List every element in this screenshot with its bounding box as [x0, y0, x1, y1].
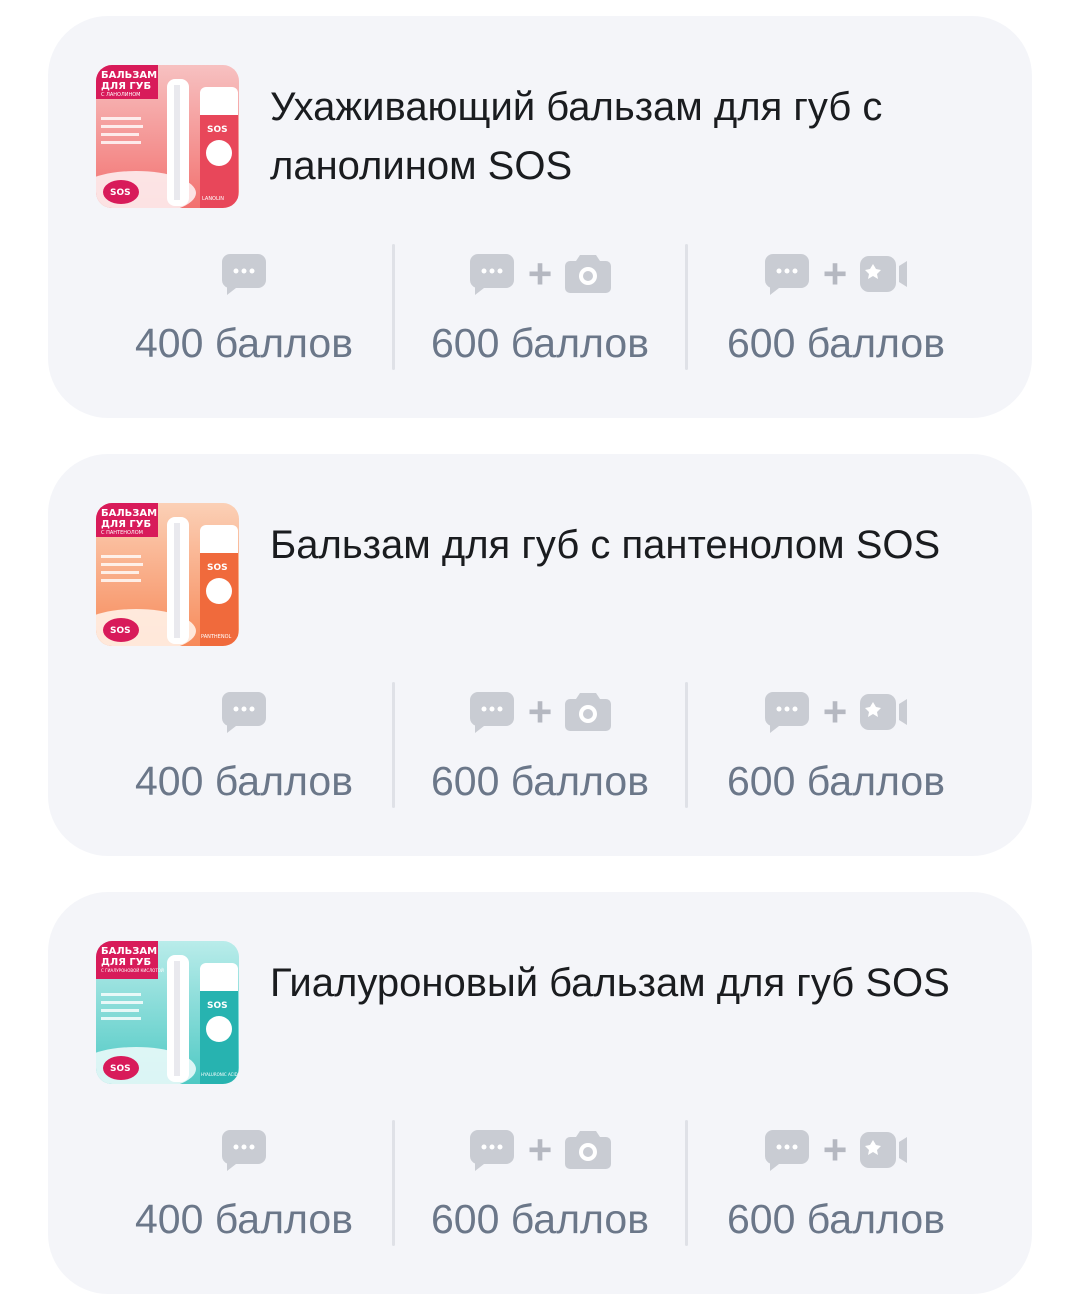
image-ingredient: LANOLIN	[202, 196, 224, 202]
chat-icon	[221, 254, 266, 295]
divider	[392, 244, 395, 370]
plus-icon: +	[822, 688, 848, 735]
video-icon	[860, 256, 908, 292]
product-title[interactable]: Гиалуроновый бальзам для губ SOS	[270, 954, 970, 1013]
chat-icon	[469, 254, 514, 295]
image-badge: SOS	[110, 1064, 131, 1074]
product-title[interactable]: Бальзам для губ с пантенолом SOS	[270, 516, 970, 575]
image-ingredient: HYALURONIC ACID	[201, 1072, 238, 1077]
product-card[interactable]: БАЛЬЗАМ ДЛЯ ГУБ С ПАНТЕНОЛОМ SOS PANTHEN…	[48, 454, 1032, 856]
chat-icon	[764, 254, 809, 295]
reward-points: 600 баллов	[430, 1196, 650, 1242]
reward-points: 400 баллов	[134, 1196, 354, 1242]
divider	[685, 1120, 688, 1246]
reward-review-photo[interactable]: + 600 баллов	[392, 678, 688, 808]
plus-icon: +	[527, 1126, 553, 1173]
reward-review-video[interactable]: + 600 баллов	[688, 1116, 984, 1246]
reward-review-photo[interactable]: + 600 баллов	[392, 1116, 688, 1246]
video-icon	[860, 694, 908, 730]
chat-icon	[221, 692, 266, 733]
reward-points: 600 баллов	[726, 758, 946, 804]
image-subheading: С ПАНТЕНОЛОМ	[101, 530, 143, 536]
image-heading: БАЛЬЗАМ	[101, 946, 157, 957]
video-icon	[860, 1132, 908, 1168]
plus-icon: +	[527, 250, 553, 297]
chat-icon	[469, 692, 514, 733]
divider	[685, 244, 688, 370]
reward-points: 400 баллов	[134, 758, 354, 804]
image-ingredient: PANTHENOL	[201, 634, 232, 640]
reward-review[interactable]: 400 баллов	[96, 1116, 392, 1246]
image-heading: БАЛЬЗАМ	[101, 508, 157, 519]
image-heading-2: ДЛЯ ГУБ	[101, 519, 151, 530]
divider	[392, 1120, 395, 1246]
chat-icon	[221, 1130, 266, 1171]
image-subheading: С ГИАЛУРОНОВОЙ КИСЛОТОЙ	[101, 968, 164, 973]
camera-icon	[565, 1131, 612, 1169]
reward-review-video[interactable]: + 600 баллов	[688, 240, 984, 370]
image-heading-2: ДЛЯ ГУБ	[101, 81, 151, 92]
reward-points: 600 баллов	[430, 758, 650, 804]
reward-options: 400 баллов + 600 баллов + 600 баллов	[96, 1116, 984, 1246]
image-sos: SOS	[207, 125, 228, 135]
reward-points: 400 баллов	[134, 320, 354, 366]
reward-points: 600 баллов	[430, 320, 650, 366]
chat-icon	[764, 1130, 809, 1171]
product-title[interactable]: Ухаживающий бальзам для губ с ланолином …	[270, 78, 970, 196]
image-heading: БАЛЬЗАМ	[101, 70, 157, 81]
chat-icon	[764, 692, 809, 733]
product-image: БАЛЬЗАМ ДЛЯ ГУБ С ПАНТЕНОЛОМ SOS PANTHEN…	[96, 503, 239, 646]
reward-points: 600 баллов	[726, 1196, 946, 1242]
plus-icon: +	[822, 250, 848, 297]
product-card[interactable]: БАЛЬЗАМ ДЛЯ ГУБ С ЛАНОЛИНОМ SOS LANOLIN …	[48, 16, 1032, 418]
reward-options: 400 баллов + 600 баллов + 600 баллов	[96, 678, 984, 808]
image-badge: SOS	[110, 626, 131, 636]
plus-icon: +	[822, 1126, 848, 1173]
chat-icon	[469, 1130, 514, 1171]
product-card[interactable]: БАЛЬЗАМ ДЛЯ ГУБ С ГИАЛУРОНОВОЙ КИСЛОТОЙ …	[48, 892, 1032, 1294]
image-sos: SOS	[207, 1001, 228, 1011]
product-image: БАЛЬЗАМ ДЛЯ ГУБ С ГИАЛУРОНОВОЙ КИСЛОТОЙ …	[96, 941, 239, 1084]
image-badge: SOS	[110, 188, 131, 198]
reward-review[interactable]: 400 баллов	[96, 678, 392, 808]
divider	[685, 682, 688, 808]
camera-icon	[565, 693, 612, 731]
image-sos: SOS	[207, 563, 228, 573]
divider	[392, 682, 395, 808]
plus-icon: +	[527, 688, 553, 735]
reward-review[interactable]: 400 баллов	[96, 240, 392, 370]
image-heading-2: ДЛЯ ГУБ	[101, 957, 151, 968]
product-image: БАЛЬЗАМ ДЛЯ ГУБ С ЛАНОЛИНОМ SOS LANOLIN …	[96, 65, 239, 208]
reward-review-photo[interactable]: + 600 баллов	[392, 240, 688, 370]
camera-icon	[565, 255, 612, 293]
reward-options: 400 баллов + 600 баллов + 600 баллов	[96, 240, 984, 370]
reward-review-video[interactable]: + 600 баллов	[688, 678, 984, 808]
image-subheading: С ЛАНОЛИНОМ	[101, 92, 140, 98]
reward-points: 600 баллов	[726, 320, 946, 366]
